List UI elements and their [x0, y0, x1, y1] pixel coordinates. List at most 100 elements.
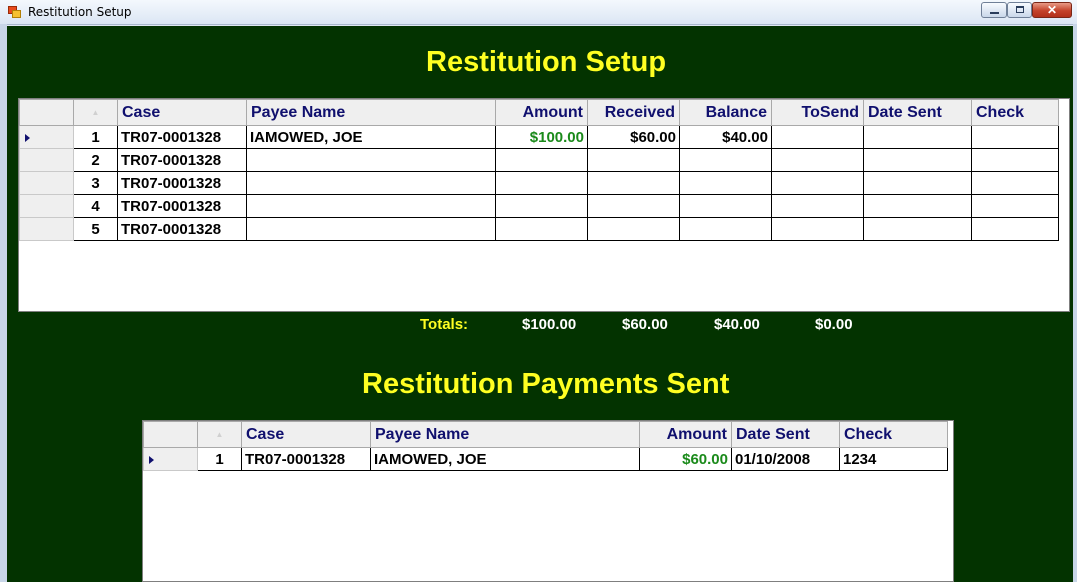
row-selector[interactable]	[19, 217, 74, 241]
total-balance: $40.00	[714, 316, 760, 333]
cell-payee[interactable]	[246, 194, 496, 218]
cell-amount[interactable]	[495, 171, 588, 195]
row-selector[interactable]	[19, 171, 74, 195]
totals-label: Totals:	[420, 316, 469, 333]
cell-date-sent[interactable]	[863, 171, 972, 195]
cell-balance[interactable]	[679, 194, 772, 218]
table-row[interactable]: 3 TR07-0001328	[19, 171, 1059, 195]
sent-grid[interactable]: ▲ Case Payee Name Amount Date Sent Check…	[142, 420, 954, 582]
cell-amount[interactable]	[495, 217, 588, 241]
close-button[interactable]: ✕	[1032, 2, 1072, 18]
column-header-payee-name[interactable]: Payee Name	[370, 421, 640, 448]
cell-tosend[interactable]	[771, 217, 864, 241]
sent-heading: Restitution Payments Sent	[362, 368, 730, 400]
column-header-case[interactable]: Case	[241, 421, 371, 448]
cell-received[interactable]	[587, 171, 680, 195]
cell-number[interactable]: 4	[73, 194, 118, 218]
table-row[interactable]: 1 TR07-0001328 IAMOWED, JOE $100.00 $60.…	[19, 125, 1059, 149]
cell-tosend[interactable]	[771, 148, 864, 172]
cell-check[interactable]	[971, 125, 1059, 149]
cell-amount[interactable]	[495, 148, 588, 172]
cell-payee[interactable]: IAMOWED, JOE	[246, 125, 496, 149]
cell-payee[interactable]: IAMOWED, JOE	[370, 447, 640, 471]
column-header-amount[interactable]: Amount	[495, 99, 588, 126]
cell-amount[interactable]: $60.00	[639, 447, 732, 471]
cell-payee[interactable]	[246, 171, 496, 195]
grid-corner[interactable]	[143, 421, 198, 448]
maximize-button[interactable]	[1007, 2, 1032, 18]
table-row[interactable]: 4 TR07-0001328	[19, 194, 1059, 218]
cell-tosend[interactable]	[771, 171, 864, 195]
app-icon	[8, 6, 21, 18]
cell-payee[interactable]	[246, 148, 496, 172]
cell-date-sent[interactable]	[863, 148, 972, 172]
total-amount: $100.00	[522, 316, 577, 333]
table-row[interactable]: 5 TR07-0001328	[19, 217, 1059, 241]
window-title: Restitution Setup	[28, 5, 132, 19]
cell-date-sent[interactable]	[863, 194, 972, 218]
column-header-payee-name[interactable]: Payee Name	[246, 99, 496, 126]
cell-check[interactable]	[971, 148, 1059, 172]
row-selector[interactable]	[19, 125, 74, 149]
cell-check[interactable]	[971, 171, 1059, 195]
column-header-balance[interactable]: Balance	[679, 99, 772, 126]
cell-balance[interactable]: $40.00	[679, 125, 772, 149]
cell-balance[interactable]	[679, 148, 772, 172]
cell-number[interactable]: 1	[73, 125, 118, 149]
cell-case[interactable]: TR07-0001328	[117, 217, 247, 241]
cell-amount[interactable]	[495, 194, 588, 218]
row-selector[interactable]	[143, 447, 198, 471]
cell-received[interactable]	[587, 148, 680, 172]
maximize-icon	[1016, 6, 1024, 13]
table-row[interactable]: 1 TR07-0001328 IAMOWED, JOE $60.00 01/10…	[143, 447, 948, 471]
cell-check[interactable]	[971, 217, 1059, 241]
cell-date-sent[interactable]: 01/10/2008	[731, 447, 840, 471]
total-tosend: $0.00	[815, 316, 853, 333]
cell-check[interactable]	[971, 194, 1059, 218]
title-bar: Restitution Setup ✕	[0, 0, 1077, 25]
window-border-right	[1073, 24, 1077, 582]
cell-check[interactable]: 1234	[839, 447, 948, 471]
column-header-received[interactable]: Received	[587, 99, 680, 126]
column-header-date-sent[interactable]: Date Sent	[731, 421, 840, 448]
column-header-case[interactable]: Case	[117, 99, 247, 126]
cell-amount[interactable]: $100.00	[495, 125, 588, 149]
cell-number[interactable]: 5	[73, 217, 118, 241]
column-header-date-sent[interactable]: Date Sent	[863, 99, 972, 126]
cell-case[interactable]: TR07-0001328	[117, 148, 247, 172]
cell-tosend[interactable]	[771, 125, 864, 149]
cell-received[interactable]	[587, 217, 680, 241]
column-header-amount[interactable]: Amount	[639, 421, 732, 448]
grid-corner[interactable]	[19, 99, 74, 126]
cell-received[interactable]: $60.00	[587, 125, 680, 149]
cell-balance[interactable]	[679, 217, 772, 241]
minimize-button[interactable]	[981, 2, 1007, 18]
cell-number[interactable]: 3	[73, 171, 118, 195]
window-border-left	[0, 24, 7, 582]
cell-number[interactable]: 1	[197, 447, 242, 471]
cell-date-sent[interactable]	[863, 217, 972, 241]
table-row[interactable]: 2 TR07-0001328	[19, 148, 1059, 172]
column-header-check[interactable]: Check	[839, 421, 948, 448]
cell-tosend[interactable]	[771, 194, 864, 218]
cell-case[interactable]: TR07-0001328	[117, 171, 247, 195]
cell-case[interactable]: TR07-0001328	[117, 125, 247, 149]
setup-header-row: ▲ Case Payee Name Amount Received Balanc…	[19, 99, 1059, 126]
cell-payee[interactable]	[246, 217, 496, 241]
sent-header-row: ▲ Case Payee Name Amount Date Sent Check	[143, 421, 948, 448]
cell-date-sent[interactable]	[863, 125, 972, 149]
cell-balance[interactable]	[679, 171, 772, 195]
row-selector[interactable]	[19, 148, 74, 172]
column-header-number[interactable]: ▲	[73, 99, 118, 126]
current-row-icon	[149, 455, 154, 464]
minimize-icon	[990, 12, 999, 14]
column-header-tosend[interactable]: ToSend	[771, 99, 864, 126]
setup-grid[interactable]: ▲ Case Payee Name Amount Received Balanc…	[18, 98, 1070, 312]
column-header-number[interactable]: ▲	[197, 421, 242, 448]
row-selector[interactable]	[19, 194, 74, 218]
cell-number[interactable]: 2	[73, 148, 118, 172]
cell-received[interactable]	[587, 194, 680, 218]
column-header-check[interactable]: Check	[971, 99, 1059, 126]
cell-case[interactable]: TR07-0001328	[241, 447, 371, 471]
cell-case[interactable]: TR07-0001328	[117, 194, 247, 218]
